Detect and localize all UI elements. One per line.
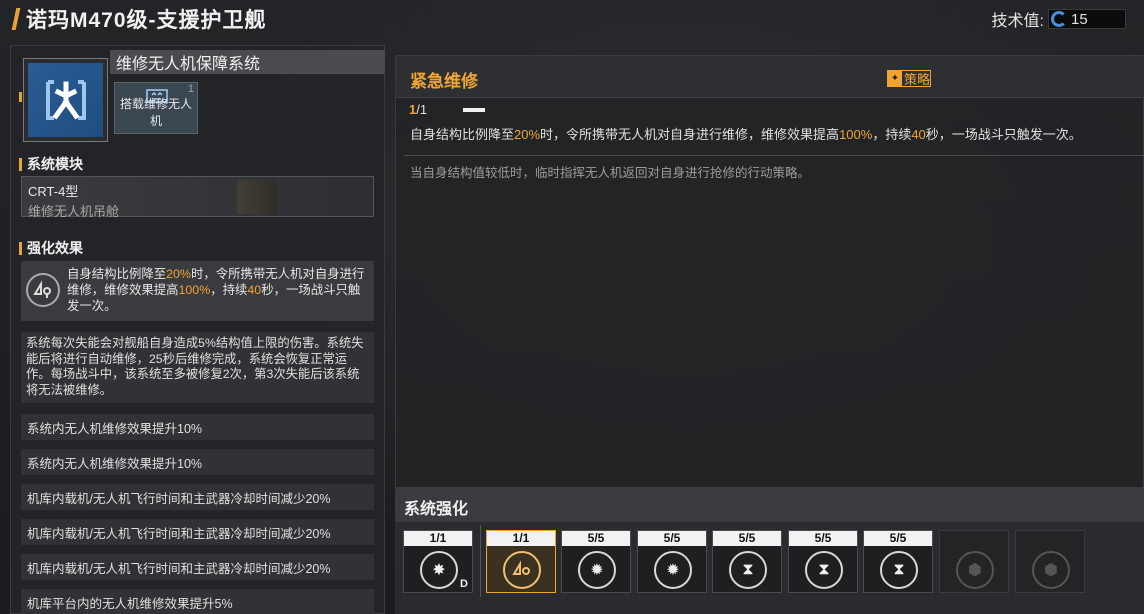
sub-system-card[interactable]: 1 搭载维修无人机 — [114, 82, 198, 134]
upgrade-item[interactable]: 系统内无人机维修效果提升10% — [21, 449, 374, 475]
system-icon-frame[interactable] — [23, 58, 108, 142]
effect-section-title: 强化效果 — [19, 238, 83, 258]
slot-count: 5/5 — [864, 531, 932, 546]
repair-drone-icon — [26, 273, 60, 307]
divider — [404, 155, 1144, 156]
tech-points: 技术值: 15 — [992, 7, 1126, 31]
effect-section-label: 强化效果 — [27, 240, 83, 256]
strategy-flavor-text: 当自身结构值较低时，临时指挥无人机返回对自身进行抢修的行动策略。 — [410, 166, 811, 180]
upgrade-item[interactable]: 机库内载机/无人机飞行时间和主武器冷却时间减少20% — [21, 519, 374, 545]
strategy-count: 1/1 — [409, 102, 428, 117]
section-marker — [19, 157, 22, 171]
upgrade-item[interactable]: 机库内载机/无人机飞行时间和主武器冷却时间减少20% — [21, 484, 374, 510]
impact-icon: ✹ — [654, 551, 692, 589]
upgrade-item[interactable]: 机库平台内的无人机维修效果提升5% — [21, 589, 374, 614]
strategy-progress-pip — [463, 108, 485, 112]
system-name: 维修无人机保障系统 — [116, 56, 261, 73]
module-section-title: 系统模块 — [19, 154, 83, 174]
sub-system-label: 搭载维修无人机 — [119, 97, 192, 128]
system-upgrade-title: 系统强化 — [404, 501, 469, 518]
system-upgrade-header: 系统强化 — [395, 487, 1144, 522]
strategy-effect-text: 自身结构比例降至20%时，令所携带无人机对自身进行维修，维修效果提高100%，持… — [410, 127, 1082, 142]
system-upgrade-bar: 系统强化 1/1 ✸ D 1/1 5/5 ✹ 5/5 ✹ 5/5 ⧗ 5/5 ⧗… — [395, 487, 1144, 614]
upgrade-item[interactable]: 系统内无人机维修效果提升10% — [21, 414, 374, 440]
tech-value-box: 15 — [1048, 9, 1126, 29]
upgrade-slot-3[interactable]: 5/5 ✹ — [561, 530, 631, 593]
upgrade-slot-locked[interactable]: ⬢ — [1015, 530, 1085, 593]
locked-icon: ⬢ — [956, 551, 994, 589]
section-marker — [19, 241, 22, 255]
strategy-header: 紧急维修 ✦ 策略 — [396, 56, 1144, 98]
repair-system-icon — [28, 63, 103, 137]
page-header: 诺玛M470级-支援护卫舰 — [11, 6, 267, 32]
system-header: 维修无人机保障系统 1 搭载维修无人机 — [11, 46, 386, 146]
upgrade-slot-5[interactable]: 5/5 ⧗ — [712, 530, 782, 593]
upgrade-slot-2[interactable]: 1/1 — [486, 530, 556, 593]
tech-label: 技术值: — [991, 13, 1044, 30]
hourglass-icon: ⧗ — [729, 551, 767, 589]
module-model: CRT-4型 — [28, 184, 79, 199]
slot-badge: D — [460, 578, 468, 590]
effect-main-card[interactable]: 自身结构比例降至20%时，令所携带无人机对自身进行维修，维修效果提高100%，持… — [21, 261, 374, 321]
hourglass-icon: ⧗ — [880, 551, 918, 589]
effect-main-text: 自身结构比例降至20%时，令所携带无人机对自身进行维修，维修效果提高100%，持… — [67, 267, 365, 313]
slot-count: 5/5 — [638, 531, 706, 546]
strategy-label: 策略 — [904, 72, 931, 87]
page-title: 诺玛M470级-支援护卫舰 — [26, 9, 267, 32]
slot-count: 1/1 — [404, 531, 472, 546]
upgrade-slot-6[interactable]: 5/5 ⧗ — [788, 530, 858, 593]
tech-points-icon — [1051, 11, 1067, 27]
slot-count: 1/1 — [487, 531, 555, 546]
upgrade-slot-4[interactable]: 5/5 ✹ — [637, 530, 707, 593]
module-image — [237, 180, 277, 214]
slot-count: 5/5 — [713, 531, 781, 546]
strategy-tag: ✦ 策略 — [887, 70, 932, 87]
locked-icon: ⬢ — [1032, 551, 1070, 589]
slot-count: 5/5 — [562, 531, 630, 546]
upgrade-slot-1[interactable]: 1/1 ✸ D — [403, 530, 473, 593]
strategy-icon: ✦ — [888, 71, 902, 86]
upgrade-slot-locked[interactable]: ⬢ — [939, 530, 1009, 593]
repair-drone-icon — [503, 551, 541, 589]
upgrade-item[interactable]: 机库内载机/无人机飞行时间和主武器冷却时间减少20% — [21, 554, 374, 580]
burst-icon: ✸ — [420, 551, 458, 589]
system-description: 系统每次失能会对舰船自身造成5%结构值上限的伤害。系统失能后将进行自动维修，25… — [21, 332, 374, 403]
module-card[interactable]: CRT-4型 维修无人机吊舱 — [21, 176, 374, 219]
slot-divider — [480, 525, 481, 597]
module-section-label: 系统模块 — [27, 156, 83, 172]
tech-value: 15 — [1071, 10, 1088, 28]
selection-marker — [19, 92, 22, 102]
strategy-title: 紧急维修 — [410, 72, 478, 91]
module-name: 维修无人机吊舱 — [28, 204, 120, 219]
system-name-bar: 维修无人机保障系统 — [110, 50, 385, 74]
hourglass-icon: ⧗ — [805, 551, 843, 589]
upgrade-slot-7[interactable]: 5/5 ⧗ — [863, 530, 933, 593]
system-detail-panel: 维修无人机保障系统 1 搭载维修无人机 系统模块 CRT-4型 维修无人机吊舱 … — [10, 45, 385, 614]
sub-system-count: 1 — [187, 83, 194, 95]
slot-count: 5/5 — [789, 531, 857, 546]
impact-icon: ✹ — [578, 551, 616, 589]
